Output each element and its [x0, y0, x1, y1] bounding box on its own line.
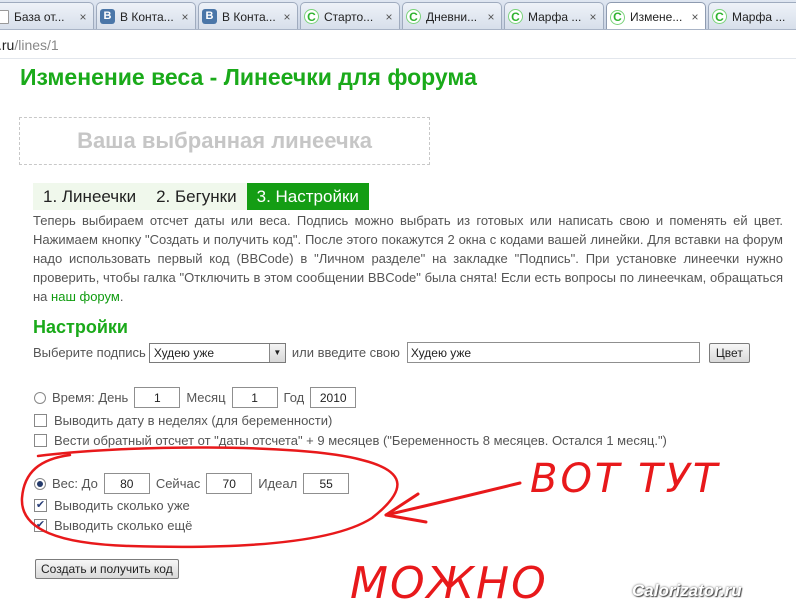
caption-or-label: или введите свою: [291, 345, 400, 360]
countdown-label: Вести обратный отсчет от "даты отсчета" …: [54, 433, 667, 448]
browser-tab-3[interactable]: C Старто... ×: [300, 2, 400, 29]
target-weight-input[interactable]: 80: [103, 473, 150, 494]
caption-select[interactable]: Худею уже ▼: [148, 342, 286, 363]
close-icon[interactable]: ×: [587, 10, 599, 24]
preview-placeholder: Ваша выбранная линеечка: [77, 128, 372, 153]
calorizator-icon: C: [610, 9, 625, 25]
close-icon[interactable]: ×: [179, 10, 191, 24]
browser-tab-0[interactable]: База от... ×: [0, 2, 94, 29]
tab-title: Измене...: [630, 10, 683, 24]
countdown-row: Вести обратный отсчет от "даты отсчета" …: [34, 433, 667, 448]
caption-select-value: Худею уже: [153, 345, 215, 360]
caption-label: Выберите подпись: [33, 345, 146, 360]
tab-title: Дневни...: [426, 9, 478, 24]
create-code-button[interactable]: Создать и получить код: [35, 559, 179, 579]
forum-link[interactable]: наш форум: [51, 289, 120, 304]
weeks-checkbox[interactable]: [34, 414, 47, 427]
tab-title: База от...: [14, 9, 65, 24]
annotation-arrow-shaft: [384, 481, 522, 517]
weight-row: Вес: До 80 Сейчас 70 Идеал 55: [34, 473, 350, 494]
calorizator-icon: C: [712, 9, 727, 24]
ideal-weight-input[interactable]: 55: [303, 473, 350, 494]
color-button[interactable]: Цвет: [708, 342, 750, 363]
tab-title: В Конта...: [120, 9, 174, 24]
show-left-checkbox[interactable]: ✔: [34, 519, 47, 532]
current-weight-input[interactable]: 70: [206, 473, 253, 494]
close-icon[interactable]: ×: [281, 10, 293, 24]
watermark: Calorizator.ru: [632, 581, 742, 600]
show-lost-row: ✔ Выводить сколько уже: [34, 498, 190, 513]
tab-title: Марфа ...: [528, 9, 582, 24]
close-icon[interactable]: ×: [689, 10, 701, 24]
current-weight-label: Сейчас: [155, 476, 201, 491]
weeks-row: Выводить дату в неделях (для беременност…: [34, 413, 332, 428]
browser-tab-strip: База от... × B В Конта... × B В Конта...…: [0, 0, 796, 30]
annotation-text-here: ВОТ ТУТ: [530, 456, 721, 502]
tab-title: Старто...: [324, 9, 374, 24]
close-icon[interactable]: ×: [77, 10, 89, 24]
url-text[interactable]: .ru/lines/1: [0, 37, 59, 53]
tab-rulers[interactable]: 1. Линеечки: [33, 183, 147, 210]
show-lost-label: Выводить сколько уже: [54, 498, 190, 513]
close-icon[interactable]: ×: [485, 10, 497, 24]
settings-heading: Настройки: [33, 317, 128, 337]
page-title: Изменение веса - Линеечки для форума: [20, 64, 477, 90]
tab-title: Марфа ...: [732, 9, 786, 24]
day-label: Время: День: [52, 390, 129, 405]
step-tabs: 1. Линеечки 2. Бегунки 3. Настройки: [33, 183, 369, 210]
browser-tab-6-active[interactable]: C Измене... ×: [606, 2, 706, 29]
calorizator-icon: C: [406, 9, 421, 24]
show-lost-checkbox[interactable]: ✔: [34, 499, 47, 512]
page-icon: [0, 9, 9, 24]
browser-tab-5[interactable]: C Марфа ... ×: [504, 2, 604, 29]
day-input[interactable]: 1: [134, 387, 181, 408]
year-input[interactable]: 2010: [310, 387, 357, 408]
intro-text: Теперь выбираем отсчет даты или веса. По…: [33, 213, 783, 304]
calorizator-icon: C: [304, 9, 319, 24]
time-radio[interactable]: [34, 391, 46, 404]
tab-title: В Конта...: [222, 9, 276, 24]
tab-settings[interactable]: 3. Настройки: [246, 183, 369, 210]
annotation-arrow-head: [384, 492, 428, 524]
annotation-text-can: МОЖНО: [350, 558, 548, 609]
tab-sliders[interactable]: 2. Бегунки: [146, 183, 247, 210]
address-bar[interactable]: .ru/lines/1: [0, 31, 796, 59]
caption-input[interactable]: Худею уже: [406, 342, 700, 363]
month-label: Месяц: [186, 390, 226, 405]
weeks-label: Выводить дату в неделях (для беременност…: [54, 413, 333, 428]
show-left-row: ✔ Выводить сколько ещё: [34, 518, 192, 533]
ruler-preview-box: Ваша выбранная линеечка: [19, 117, 430, 165]
target-weight-label: Вес: До: [52, 476, 98, 491]
caption-row: Выберите подпись Худею уже ▼ или введите…: [33, 342, 750, 363]
weight-radio[interactable]: [34, 477, 46, 490]
chevron-down-icon: ▼: [268, 343, 285, 362]
vk-icon: B: [100, 9, 115, 24]
browser-tab-4[interactable]: C Дневни... ×: [402, 2, 502, 29]
countdown-checkbox[interactable]: [34, 434, 47, 447]
browser-tab-1[interactable]: B В Конта... ×: [96, 2, 196, 29]
show-left-label: Выводить сколько ещё: [54, 518, 193, 533]
time-row: Время: День 1 Месяц 1 Год 2010: [34, 387, 357, 408]
ideal-weight-label: Идеал: [258, 476, 298, 491]
browser-tab-2[interactable]: B В Конта... ×: [198, 2, 298, 29]
month-input[interactable]: 1: [231, 387, 278, 408]
vk-icon: B: [202, 9, 217, 24]
browser-tab-7[interactable]: C Марфа ...: [708, 2, 796, 29]
close-icon[interactable]: ×: [383, 10, 395, 24]
year-label: Год: [283, 390, 305, 405]
calorizator-icon: C: [508, 9, 523, 24]
